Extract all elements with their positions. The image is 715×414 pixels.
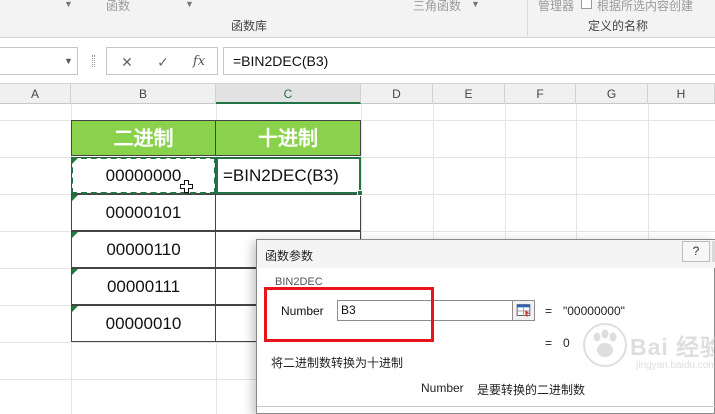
paw-icon <box>583 323 627 367</box>
watermark-text: Bai 经验 <box>630 334 715 360</box>
error-indicator-icon <box>72 269 78 275</box>
dialog-title: 函数参数 <box>265 249 314 263</box>
cell-value: 00000111 <box>106 277 181 296</box>
equals-sign: = <box>545 336 553 350</box>
copy-marquee <box>71 157 216 194</box>
argument-help-name: Number <box>421 381 464 395</box>
baidu-watermark: Bai 经验 jingyan.baidu.com <box>580 322 715 380</box>
cell-value: 00000101 <box>105 203 182 222</box>
ribbon-dropdown-icon[interactable]: ▼ <box>64 0 73 9</box>
error-indicator-icon <box>72 232 78 238</box>
formula-result: 0 <box>563 336 570 350</box>
column-header-e[interactable]: E <box>433 84 505 104</box>
defined-names-group-label: 定义的名称 <box>588 19 649 33</box>
help-icon[interactable]: ? <box>682 241 710 262</box>
name-manager-button[interactable]: 管理器 <box>538 0 574 14</box>
ribbon: ▼ 函数 ▼ 三角函数 ▼ 管理器 根据所选内容创建 函数库 定义的名称 <box>0 0 715 38</box>
active-cell-c3[interactable]: =BIN2DEC(B3) <box>216 157 361 194</box>
header-cell-binary[interactable]: 二进制 <box>71 120 216 156</box>
argument-help-text: 是要转换的二进制数 <box>477 383 586 397</box>
ribbon-function-button[interactable]: 函数 <box>106 0 130 14</box>
function-description: 将二进制数转换为十进制 <box>271 356 404 370</box>
cell-b6[interactable]: 00000111 <box>71 268 216 305</box>
enter-icon[interactable]: ✓ <box>151 52 175 72</box>
column-header-h[interactable]: H <box>648 84 715 104</box>
ribbon-dropdown-icon[interactable]: ▼ <box>185 0 194 9</box>
header-cell-decimal[interactable]: 十进制 <box>216 120 361 156</box>
column-header-a[interactable]: A <box>0 84 71 104</box>
create-from-selection-button[interactable]: 根据所选内容创建 <box>597 0 693 14</box>
function-library-group-label: 函数库 <box>231 19 268 33</box>
column-header-row: A B C D E F G H <box>0 84 715 104</box>
formula-bar-grip[interactable] <box>92 55 95 67</box>
formula-bar: ▼ ✕ ✓ fx =BIN2DEC(B3) <box>0 38 715 84</box>
cell-value: 00000010 <box>105 314 182 333</box>
column-header-f[interactable]: F <box>505 84 576 104</box>
column-header-c[interactable]: C <box>216 84 361 104</box>
equals-sign: = <box>545 304 553 318</box>
ribbon-trig-button[interactable]: 三角函数 <box>413 0 461 14</box>
formula-buttons: ✕ ✓ fx <box>106 47 218 75</box>
cell-value: 00000110 <box>106 240 181 259</box>
annotation-highlight-box <box>264 287 434 342</box>
ribbon-dropdown-icon[interactable]: ▼ <box>471 0 480 9</box>
formula-input[interactable]: =BIN2DEC(B3) <box>223 47 715 75</box>
cancel-icon[interactable]: ✕ <box>115 52 139 72</box>
name-box-dropdown-icon[interactable]: ▼ <box>64 56 73 66</box>
name-box[interactable]: ▼ <box>0 47 78 75</box>
watermark-url: jingyan.baidu.com <box>636 360 715 371</box>
cell-b7[interactable]: 00000010 <box>71 305 216 342</box>
dialog-title-bar[interactable]: 函数参数 ? <box>257 240 715 268</box>
dialog-divider <box>257 406 715 407</box>
collapse-dialog-icon[interactable] <box>513 300 535 321</box>
column-header-g[interactable]: G <box>576 84 648 104</box>
cell-c4[interactable] <box>216 194 361 231</box>
cell-b4[interactable]: 00000101 <box>71 194 216 231</box>
column-header-d[interactable]: D <box>361 84 433 104</box>
error-indicator-icon <box>72 195 78 201</box>
insert-function-icon[interactable]: fx <box>187 52 211 72</box>
argument-result: "00000000" <box>563 304 625 318</box>
ribbon-separator <box>527 0 528 36</box>
cell-cursor-icon <box>180 180 193 193</box>
cell-b5[interactable]: 00000110 <box>71 231 216 268</box>
fill-handle[interactable] <box>357 190 363 196</box>
error-indicator-icon <box>72 306 78 312</box>
create-from-selection-icon[interactable] <box>581 0 592 9</box>
column-header-b[interactable]: B <box>71 84 216 104</box>
